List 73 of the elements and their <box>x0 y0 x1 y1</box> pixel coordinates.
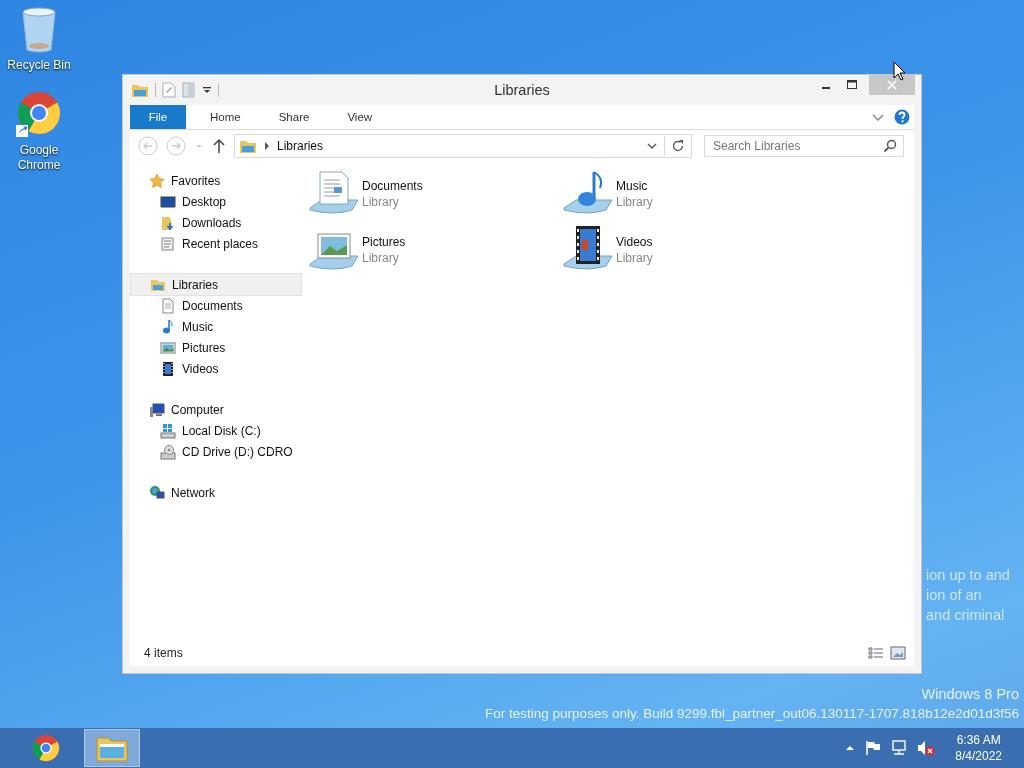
ribbon-tab[interactable]: File <box>130 105 186 129</box>
edition-text: Windows 8 Pro <box>921 685 1019 704</box>
folder-icon <box>96 734 128 762</box>
large-icons-view-icon[interactable] <box>890 646 906 660</box>
dropdown-icon[interactable] <box>646 141 658 151</box>
recycle-bin-icon[interactable] <box>19 6 59 54</box>
nav-item[interactable]: Music <box>130 316 302 337</box>
window-title: Libraries <box>493 82 551 98</box>
pictures-icon <box>160 339 176 356</box>
nav-item[interactable]: Desktop <box>130 191 302 212</box>
videos-icon <box>160 360 176 377</box>
desktop-icon-label[interactable]: Recycle Bin <box>4 58 74 73</box>
chevron-icon <box>263 141 271 151</box>
music-icon <box>160 318 176 335</box>
nav-item[interactable]: Downloads <box>130 212 302 233</box>
clock-date[interactable]: 8/4/2022 <box>955 748 1002 764</box>
documents-icon <box>160 297 176 314</box>
nav-item[interactable]: Local Disk (C:) <box>130 420 302 441</box>
nav-item[interactable]: Network <box>130 482 302 503</box>
taskbar-button[interactable] <box>84 729 140 767</box>
nav-item[interactable]: Computer <box>130 399 302 420</box>
refresh-icon[interactable] <box>671 139 685 153</box>
search-field[interactable]: Search Libraries <box>704 135 904 157</box>
chrome-icon <box>31 733 61 763</box>
nav-item[interactable]: Libraries <box>130 273 302 296</box>
item-count: 4 items <box>144 646 183 660</box>
library-type: Library <box>362 250 400 266</box>
notice-text: and criminal <box>926 606 1006 625</box>
help-icon[interactable] <box>894 109 910 125</box>
clock-time[interactable]: 6:36 AM <box>956 732 1001 748</box>
dropdown-icon[interactable] <box>202 85 212 95</box>
build-text: For testing purposes only. Build 9299.fbl_partner_out06.130117-1707.818b12e2d01d3f56 <box>485 705 1019 723</box>
network-icon[interactable] <box>891 740 908 756</box>
favorites-icon <box>149 172 165 189</box>
nav-item[interactable]: Documents <box>130 295 302 316</box>
notice-text: ion up to and <box>926 566 1010 585</box>
library-name[interactable]: Music <box>616 178 653 194</box>
cdrom-icon <box>160 443 176 460</box>
downloads-icon <box>160 214 176 231</box>
folder-icon[interactable] <box>131 82 149 98</box>
properties-icon[interactable] <box>162 82 176 98</box>
details-view-icon[interactable] <box>868 646 884 660</box>
chrome-shortcut-icon[interactable] <box>15 91 63 139</box>
search-icon <box>883 139 897 153</box>
library-icon <box>239 138 257 154</box>
address-path: Libraries <box>277 139 324 153</box>
desktop-icon-label[interactable]: Google Chrome <box>4 143 74 173</box>
show-hidden-icons[interactable] <box>845 744 856 752</box>
ribbon-tab[interactable]: Share <box>264 105 324 129</box>
library-name[interactable]: Documents <box>362 178 423 194</box>
nav-item[interactable]: Pictures <box>130 337 302 358</box>
nav-item[interactable]: Recent places <box>130 233 302 254</box>
notice-text: ion of an <box>926 586 983 605</box>
expand-ribbon-icon[interactable] <box>872 112 884 122</box>
ribbon-tab[interactable]: Home <box>196 105 255 129</box>
library-name[interactable]: Pictures <box>362 234 406 250</box>
recent-icon <box>160 235 176 252</box>
library-name[interactable]: Videos <box>616 234 653 250</box>
address-bar[interactable]: Libraries <box>234 134 692 158</box>
library-type: Library <box>616 250 653 266</box>
up-arrow-icon[interactable] <box>212 138 226 154</box>
nav-item[interactable]: Videos <box>130 358 302 379</box>
library-type: Library <box>616 194 653 210</box>
desktop-icon <box>160 193 176 210</box>
speaker-muted-icon[interactable] <box>917 740 936 756</box>
nav-item[interactable]: Favorites <box>130 170 302 191</box>
computer-icon <box>149 401 165 418</box>
network-icon <box>149 484 165 501</box>
library-type: Library <box>362 194 400 210</box>
flag-icon[interactable] <box>865 740 882 756</box>
ribbon-tab[interactable]: View <box>333 105 387 129</box>
disk-icon <box>160 422 176 439</box>
nav-item[interactable]: CD Drive (D:) CDRO <box>130 441 302 462</box>
